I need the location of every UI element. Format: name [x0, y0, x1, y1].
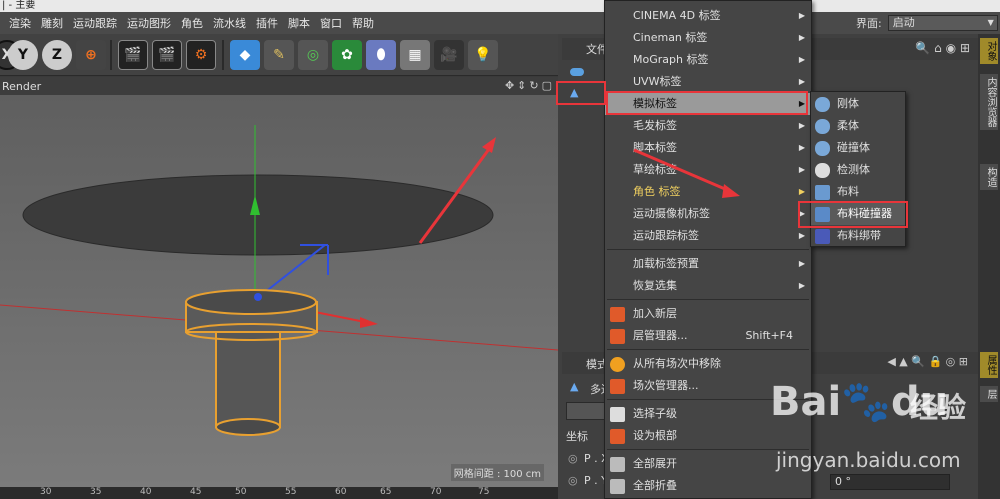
annotation-arrow-overlay	[633, 148, 740, 198]
